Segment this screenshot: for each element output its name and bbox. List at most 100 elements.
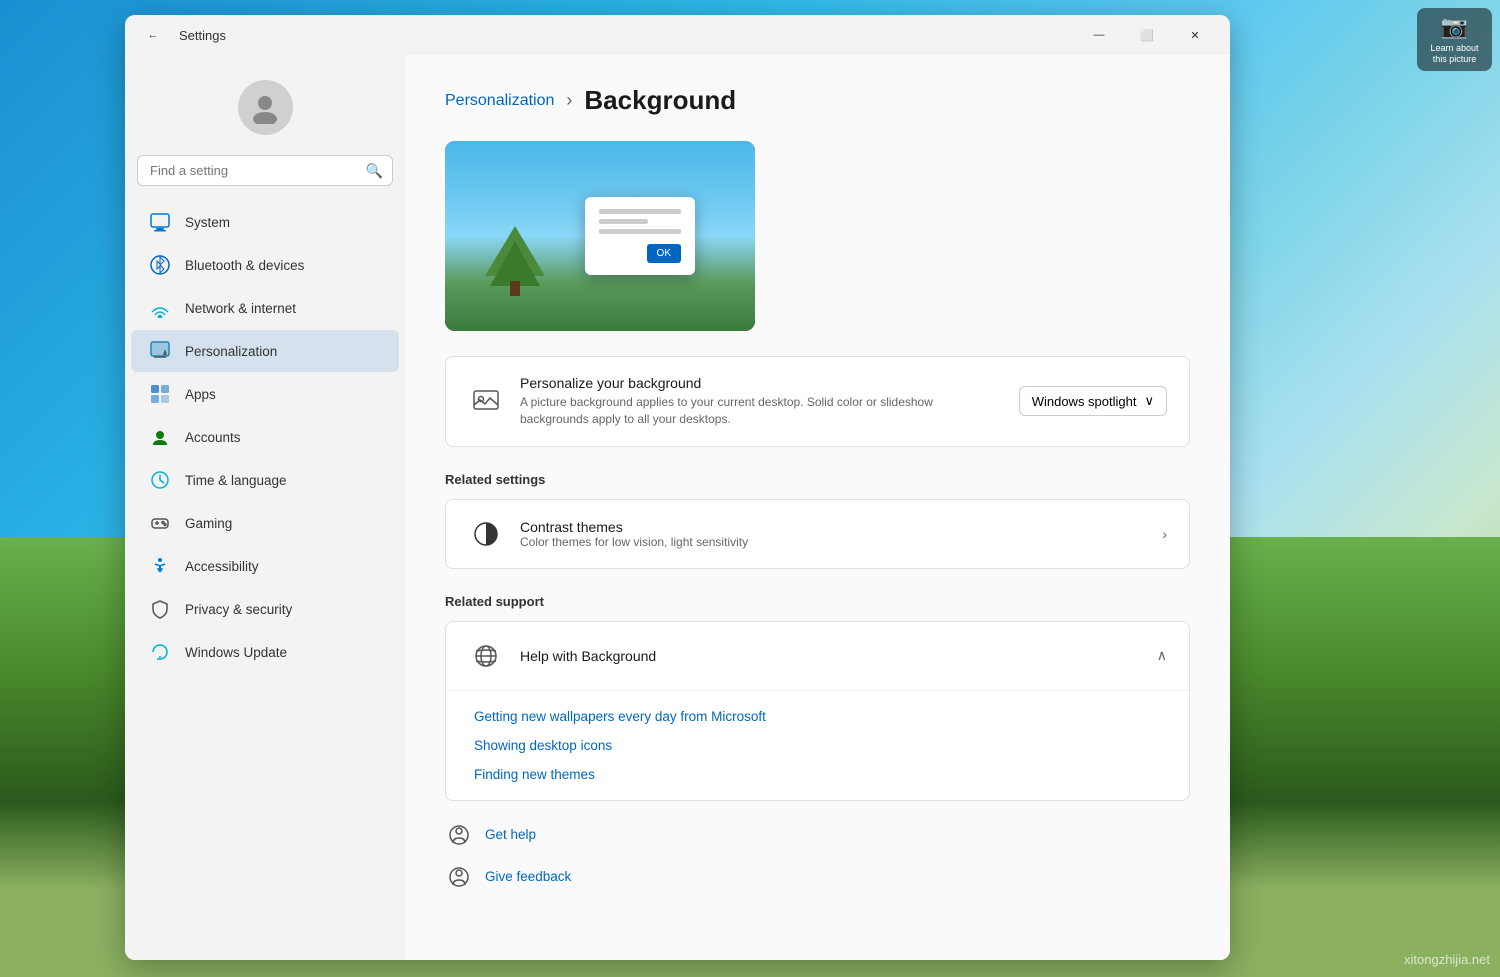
dialog-line-3 [599,229,681,234]
help-link-3[interactable]: Finding new themes [474,767,1161,782]
help-info: Help with Background [520,648,1157,664]
sidebar-item-update[interactable]: Windows Update [131,631,399,673]
give-feedback-label: Give feedback [485,869,571,884]
sidebar-item-bluetooth[interactable]: Bluetooth & devices [131,244,399,286]
breadcrumb-row: Personalization › Background [445,85,1190,116]
personalize-info: Personalize your background A picture ba… [520,375,1003,428]
related-settings-title: Related settings [445,472,1190,487]
main-content: Personalization › Background [405,55,1230,960]
camera-icon: 📷 [1425,14,1484,40]
get-help-icon [445,821,473,849]
system-icon [149,211,171,233]
contrast-info: Contrast themes Color themes for low vis… [520,519,1162,549]
avatar [238,80,293,135]
get-help-item[interactable]: Get help [445,821,1190,849]
time-icon [149,469,171,491]
gaming-icon [149,512,171,534]
maximize-button[interactable]: ⬜ [1124,19,1170,51]
contrast-icon [468,516,504,552]
sidebar-item-accounts[interactable]: Accounts [131,416,399,458]
sidebar-label-accessibility: Accessibility [185,559,259,574]
get-help-label: Get help [485,827,536,842]
sidebar-item-time[interactable]: Time & language [131,459,399,501]
sidebar-label-bluetooth: Bluetooth & devices [185,258,304,273]
network-icon [149,297,171,319]
sidebar-label-apps: Apps [185,387,216,402]
minimize-button[interactable]: — [1076,19,1122,51]
privacy-icon [149,598,171,620]
sidebar: 🔍 System [125,55,405,960]
help-links-container: Getting new wallpapers every day from Mi… [446,691,1189,800]
chevron-right-icon: › [1162,526,1167,542]
background-icon [468,383,504,419]
dialog-line-1 [599,209,681,214]
sidebar-item-system[interactable]: System [131,201,399,243]
sidebar-item-privacy[interactable]: Privacy & security [131,588,399,630]
sidebar-label-time: Time & language [185,473,287,488]
accounts-icon [149,426,171,448]
title-bar: ← Settings — ⬜ ✕ [125,15,1230,55]
sidebar-label-system: System [185,215,230,230]
breadcrumb-separator: › [566,90,572,111]
personalize-control: Windows spotlight ∨ [1019,386,1167,416]
contrast-desc: Color themes for low vision, light sensi… [520,535,1162,549]
preview-dialog-button: OK [647,244,681,263]
search-icon: 🔍 [366,162,383,179]
page-title: Background [584,85,736,116]
personalize-row: Personalize your background A picture ba… [468,375,1167,428]
search-input[interactable] [137,155,393,186]
bluetooth-icon [149,254,171,276]
dialog-line-2 [599,219,648,224]
sidebar-item-network[interactable]: Network & internet [131,287,399,329]
desktop-preview: OK [445,141,755,331]
close-icon: ✕ [1190,29,1199,42]
personalization-icon [149,340,171,362]
personalize-background-card: Personalize your background A picture ba… [445,356,1190,447]
sidebar-label-gaming: Gaming [185,516,232,531]
background-type-dropdown[interactable]: Windows spotlight ∨ [1019,386,1167,416]
watermark: xitongzhijia.net [1404,952,1490,967]
sidebar-item-personalization[interactable]: Personalization [131,330,399,372]
give-feedback-item[interactable]: Give feedback [445,863,1190,891]
personalize-title: Personalize your background [520,375,1003,391]
window-title: Settings [179,28,226,43]
sidebar-item-accessibility[interactable]: Accessibility [131,545,399,587]
sidebar-label-personalization: Personalization [185,344,277,359]
title-bar-left: ← Settings [137,19,226,51]
sidebar-label-privacy: Privacy & security [185,602,292,617]
sidebar-label-update: Windows Update [185,645,287,660]
settings-window: ← Settings — ⬜ ✕ [125,15,1230,960]
window-controls: — ⬜ ✕ [1076,19,1218,51]
help-link-2[interactable]: Showing desktop icons [474,738,1161,753]
personalize-desc: A picture background applies to your cur… [520,394,1003,428]
chevron-down-icon: ∨ [1144,393,1154,409]
apps-icon [149,383,171,405]
minimize-icon: — [1094,29,1105,41]
update-icon [149,641,171,663]
back-button[interactable]: ← [137,19,169,51]
globe-icon [468,638,504,674]
learn-picture-button[interactable]: 📷 Learn about this picture [1417,8,1492,71]
help-header[interactable]: Help with Background ∧ [446,622,1189,691]
sidebar-item-gaming[interactable]: Gaming [131,502,399,544]
sidebar-label-accounts: Accounts [185,430,241,445]
help-title: Help with Background [520,648,1157,664]
contrast-themes-item[interactable]: Contrast themes Color themes for low vis… [446,500,1189,568]
dialog-lines [599,209,681,234]
related-settings-list: Contrast themes Color themes for low vis… [445,499,1190,569]
accessibility-icon [149,555,171,577]
preview-dialog: OK [585,197,695,275]
back-icon: ← [148,29,159,41]
sidebar-label-network: Network & internet [185,301,296,316]
close-button[interactable]: ✕ [1172,19,1218,51]
help-link-1[interactable]: Getting new wallpapers every day from Mi… [474,709,1161,724]
contrast-title: Contrast themes [520,519,1162,535]
give-feedback-icon [445,863,473,891]
sidebar-item-apps[interactable]: Apps [131,373,399,415]
maximize-icon: ⬜ [1140,29,1154,42]
search-box: 🔍 [137,155,393,186]
chevron-up-icon: ∧ [1157,647,1167,664]
content-area: 🔍 System [125,55,1230,960]
breadcrumb-parent[interactable]: Personalization [445,92,554,110]
related-support-title: Related support [445,594,1190,609]
